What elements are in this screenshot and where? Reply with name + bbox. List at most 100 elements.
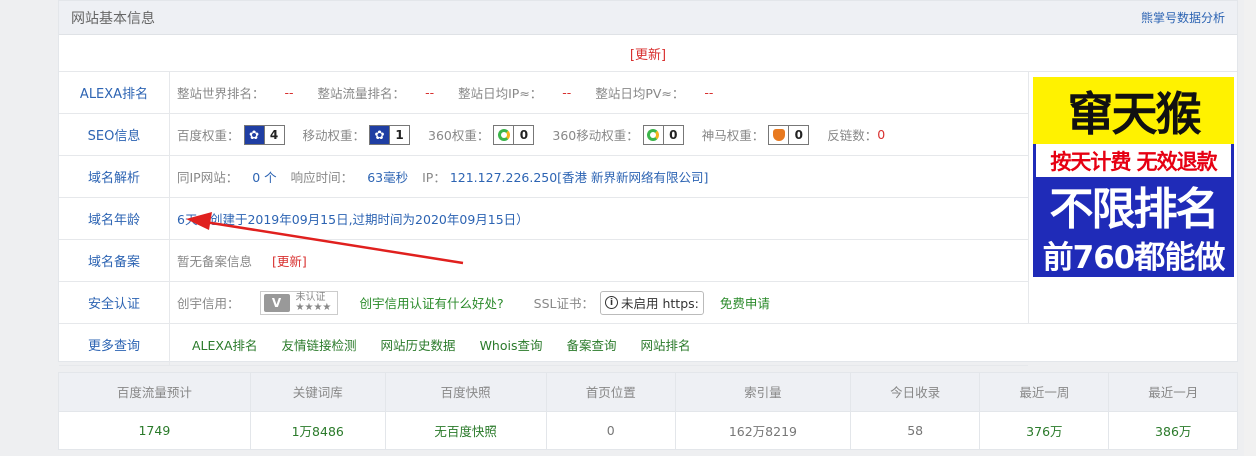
- more-link-alexa[interactable]: ALEXA排名: [192, 335, 258, 354]
- chuangyu-v-icon: V: [263, 293, 290, 312]
- backlink-label: 反链数：: [827, 128, 878, 143]
- ad-line-3: 不限排名: [1033, 177, 1234, 235]
- 360-weight-value: 0: [513, 125, 533, 144]
- site-info-panel: 网站基本信息 熊掌号数据分析 [更新] ALEXA排名 整站世界排名： -- 整…: [58, 0, 1238, 366]
- alexa-traffic-rank-label: 整站流量排名：: [317, 86, 406, 101]
- row-domain-age: 域名年龄 6天（创建于2019年09月15日,过期时间为2020年09月15日）: [59, 198, 1028, 240]
- mobile-weight-badge[interactable]: ✿ 1: [369, 124, 411, 145]
- beian-value: 暂无备案信息: [177, 254, 253, 269]
- beian-update-link[interactable]: [更新]: [272, 251, 307, 270]
- https-status-text: 未启用 https:: [621, 296, 699, 311]
- stats-baidu-traffic[interactable]: 1749: [59, 411, 251, 449]
- response-time-label: 响应时间：: [290, 170, 354, 185]
- 360-mobile-weight-badge[interactable]: 0: [642, 124, 684, 145]
- ad-banner[interactable]: 窜天猴 按天计费 无效退款 不限排名 前760都能做: [1033, 77, 1234, 277]
- stats-header: 最近一周: [979, 373, 1110, 412]
- 360-mobile-weight-value: 0: [662, 125, 683, 144]
- stats-last-month[interactable]: 386万: [1109, 411, 1237, 449]
- baidu-paw-icon: ✿: [244, 125, 264, 144]
- panel-title: 网站基本信息: [71, 10, 155, 27]
- row-security: 安全认证 创宇信用： V 未认证 ★★★★ 创宇信用认证有什么好处? SSL证书：…: [59, 282, 1028, 324]
- ip-label: IP：: [422, 170, 446, 185]
- alexa-world-rank-label: 整站世界排名：: [177, 86, 265, 101]
- row-label-alexa: ALEXA排名: [59, 72, 170, 113]
- ip-value[interactable]: 121.127.226.250[香港 新界新网络有限公司]: [450, 167, 709, 186]
- stats-last-week[interactable]: 376万: [979, 411, 1110, 449]
- stats-header-row: 百度流量预计 关键词库 百度快照 首页位置 索引量 今日收录 最近一周 最近一月: [59, 373, 1237, 412]
- 360-logo-icon: [494, 125, 514, 144]
- chuangyu-benefit-link[interactable]: 创宇信用认证有什么好处?: [360, 293, 504, 312]
- info-rows: ALEXA排名 整站世界排名： -- 整站流量排名： -- 整站日均IP≈： -…: [59, 72, 1028, 366]
- 360-weight-label: 360权重：: [428, 128, 490, 143]
- shenma-weight-label: 神马权重：: [701, 128, 765, 143]
- same-ip-label: 同IP网站：: [177, 170, 239, 185]
- baidu-mobile-paw-icon: ✿: [370, 125, 390, 144]
- row-label-more: 更多查询: [59, 324, 170, 365]
- chuangyu-cert-text: 未认证 ★★★★: [295, 291, 332, 313]
- 360-mobile-logo-icon: [643, 125, 663, 144]
- domain-age-value: 6天（创建于2019年09月15日,过期时间为2020年09月15日）: [177, 212, 529, 227]
- row-label-security: 安全认证: [59, 282, 170, 323]
- update-link[interactable]: [更新]: [630, 44, 666, 63]
- stats-home-position: 0: [546, 411, 676, 449]
- row-label-domain-age: 域名年龄: [59, 198, 170, 239]
- ad-line-1: 窜天猴: [1033, 77, 1234, 144]
- baidu-weight-label: 百度权重：: [177, 128, 240, 143]
- page-scrollbar[interactable]: [1244, 0, 1256, 456]
- stats-header: 今日收录: [850, 373, 981, 412]
- row-label-dns: 域名解析: [59, 156, 170, 197]
- stats-today-indexed: 58: [850, 411, 981, 449]
- more-link-beian[interactable]: 备案查询: [566, 335, 616, 354]
- shenma-weight-badge[interactable]: 0: [768, 124, 810, 145]
- stats-index-count: 162万8219: [675, 411, 852, 449]
- baidu-weight-value: 4: [263, 125, 284, 144]
- stats-table: 百度流量预计 关键词库 百度快照 首页位置 索引量 今日收录 最近一周 最近一月…: [58, 372, 1238, 450]
- stats-header: 首页位置: [546, 373, 676, 412]
- more-link-history[interactable]: 网站历史数据: [381, 335, 456, 354]
- chuangyu-cert-stars: ★★★★: [295, 301, 332, 313]
- row-label-beian: 域名备案: [59, 240, 170, 281]
- alexa-daily-ip-value: --: [562, 85, 572, 100]
- more-link-friend-links[interactable]: 友情链接检测: [282, 335, 357, 354]
- stats-header: 最近一月: [1108, 373, 1237, 412]
- chuangyu-label: 创宇信用：: [177, 296, 240, 311]
- backlink-value[interactable]: 0: [877, 127, 885, 142]
- update-row: [更新]: [59, 35, 1237, 72]
- alexa-world-rank-value: --: [284, 85, 294, 100]
- row-more: 更多查询 ALEXA排名 友情链接检测 网站历史数据 Whois查询 备案查询 …: [59, 324, 1028, 366]
- stats-value-row: 1749 1万8486 无百度快照 0 162万8219 58 376万 386…: [59, 411, 1237, 449]
- ad-box: 窜天猴 按天计费 无效退款 不限排名 前760都能做: [1028, 72, 1237, 324]
- shenma-weight-value: 0: [788, 125, 808, 144]
- stats-header: 索引量: [675, 373, 852, 412]
- mobile-weight-value: 1: [389, 125, 409, 144]
- free-apply-link[interactable]: 免费申请: [720, 293, 770, 312]
- xiongzhang-analysis-link[interactable]: 熊掌号数据分析: [1141, 9, 1225, 26]
- ssl-label: SSL证书：: [533, 296, 594, 311]
- alexa-daily-pv-value: --: [704, 85, 714, 100]
- ad-line-4: 前760都能做: [1033, 232, 1234, 277]
- 360-mobile-weight-label: 360移动权重：: [552, 128, 639, 143]
- panel-header: 网站基本信息 熊掌号数据分析: [59, 1, 1237, 35]
- row-alexa: ALEXA排名 整站世界排名： -- 整站流量排名： -- 整站日均IP≈： -…: [59, 72, 1028, 114]
- more-link-site-rank[interactable]: 网站排名: [641, 335, 691, 354]
- more-link-whois[interactable]: Whois查询: [480, 335, 543, 354]
- stats-keywords[interactable]: 1万8486: [250, 411, 386, 449]
- row-seo: SEO信息 百度权重： ✿ 4 移动权重： ✿ 1 360权重： 0 360移动…: [59, 114, 1028, 156]
- mobile-weight-label: 移动权重：: [302, 128, 366, 143]
- row-label-seo: SEO信息: [59, 114, 170, 155]
- stats-baidu-snapshot[interactable]: 无百度快照: [385, 411, 547, 449]
- baidu-weight-badge[interactable]: ✿ 4: [243, 124, 285, 145]
- row-beian: 域名备案 暂无备案信息 [更新]: [59, 240, 1028, 282]
- alexa-daily-ip-label: 整站日均IP≈：: [458, 86, 543, 101]
- stats-header: 关键词库: [250, 373, 386, 412]
- row-dns: 域名解析 同IP网站： 0 个 响应时间： 63毫秒 IP： 121.127.2…: [59, 156, 1028, 198]
- alexa-traffic-rank-value: --: [425, 85, 435, 100]
- 360-weight-badge[interactable]: 0: [493, 124, 535, 145]
- stats-header: 百度流量预计: [59, 373, 251, 412]
- alexa-daily-pv-label: 整站日均PV≈：: [595, 86, 685, 101]
- info-icon: i: [605, 296, 618, 309]
- chuangyu-cert-badge[interactable]: V 未认证 ★★★★: [259, 290, 338, 315]
- shenma-logo-icon: [769, 125, 789, 144]
- same-ip-value[interactable]: 0 个: [252, 167, 276, 186]
- response-time-value: 63毫秒: [367, 170, 409, 185]
